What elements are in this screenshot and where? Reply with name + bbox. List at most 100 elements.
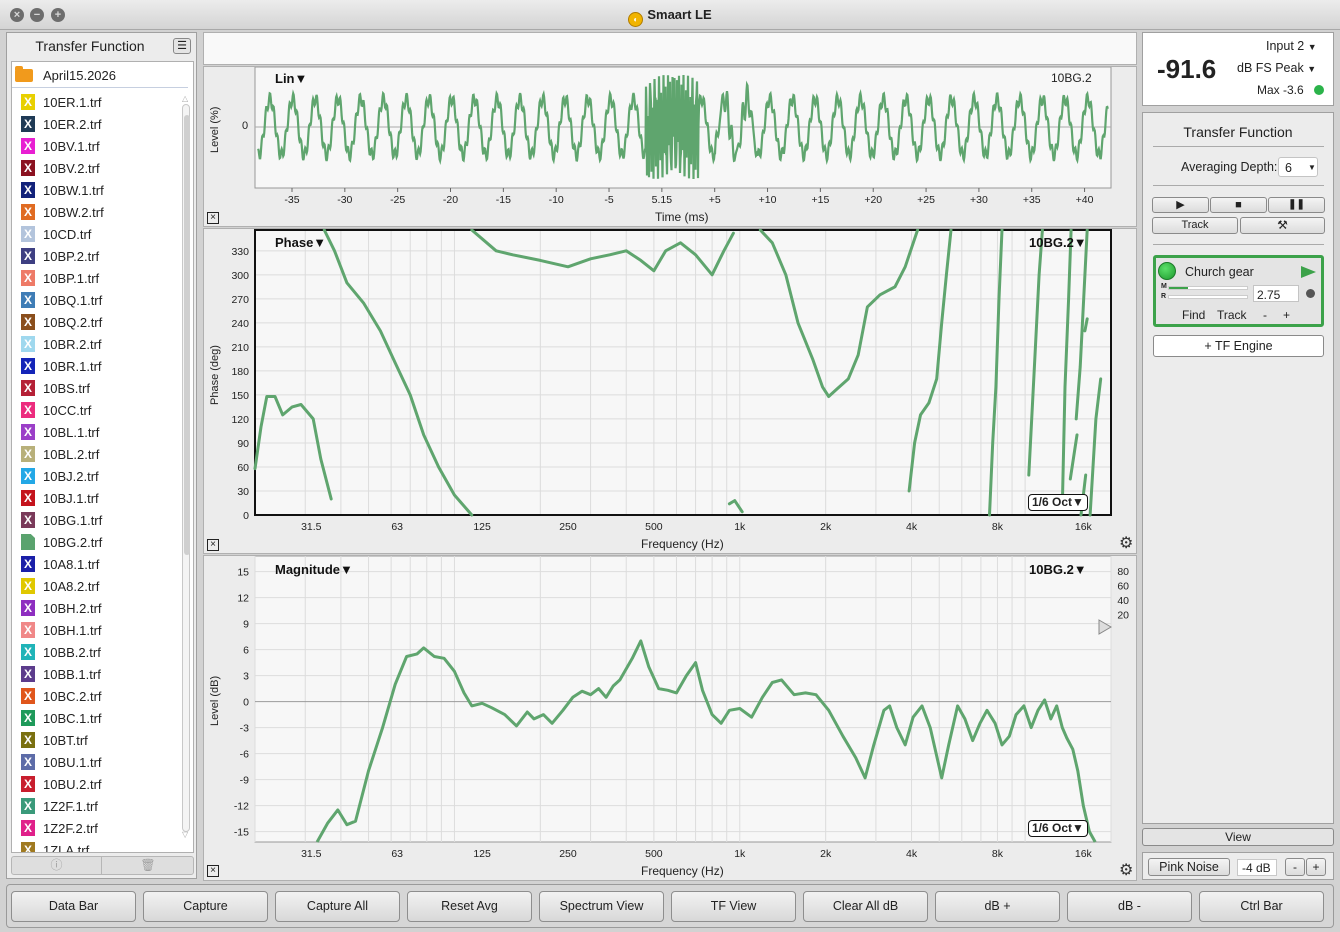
file-list-scrollbar[interactable]: △ ▽	[182, 94, 190, 839]
file-item[interactable]: X 10CD.trf	[12, 223, 184, 245]
phase-trace-dropdown[interactable]: 10BG.2▼	[1029, 235, 1087, 250]
file-item[interactable]: X 10BP.1.trf	[12, 267, 184, 289]
file-item[interactable]: X 10BJ.1.trf	[12, 487, 184, 509]
file-item[interactable]: X 10BR.1.trf	[12, 355, 184, 377]
phase-settings-gear-icon[interactable]: ⚙	[1119, 536, 1133, 552]
track-button[interactable]: Track	[1152, 217, 1238, 234]
scroll-down-icon[interactable]: ▽	[182, 830, 188, 839]
info-icon[interactable]: ⓘ	[12, 857, 102, 874]
file-item[interactable]: X 1ZLA.trf	[12, 839, 184, 852]
add-tf-engine-button[interactable]: + TF Engine	[1153, 335, 1324, 357]
file-item[interactable]: X 10BW.2.trf	[12, 201, 184, 223]
file-item[interactable]: X 1Z2F.1.trf	[12, 795, 184, 817]
tools-icon[interactable]: ⚒	[1240, 217, 1325, 234]
phase-mode-dropdown[interactable]: Phase▼	[275, 235, 326, 250]
magnitude-settings-gear-icon[interactable]: ⚙	[1119, 863, 1133, 879]
file-item[interactable]: X 10BQ.1.trf	[12, 289, 184, 311]
file-item[interactable]: X 10BP.2.trf	[12, 245, 184, 267]
averaging-value: 6	[1285, 161, 1292, 175]
file-item[interactable]: X 10BQ.2.trf	[12, 311, 184, 333]
file-item[interactable]: X 10A8.1.trf	[12, 553, 184, 575]
view-button[interactable]: View	[1142, 828, 1334, 846]
folder-label: April15.2026	[43, 68, 116, 83]
magnitude-trace-dropdown[interactable]: 10BG.2▼	[1029, 562, 1087, 577]
folder-row[interactable]: April15.2026	[12, 62, 188, 88]
file-item[interactable]: X 10CC.trf	[12, 399, 184, 421]
bottom-button-db[interactable]: dB -	[1067, 891, 1192, 922]
file-name: 10BH.2.trf	[43, 601, 102, 616]
scroll-track[interactable]	[182, 104, 190, 832]
magnitude-smoothing-dropdown[interactable]: 1/6 Oct▼	[1028, 820, 1088, 837]
track-delay-button[interactable]: Track	[1217, 308, 1247, 322]
close-phase-plot-icon[interactable]: ×	[207, 539, 219, 551]
file-item[interactable]: X 10BH.1.trf	[12, 619, 184, 641]
delay-field[interactable]: 2.75	[1253, 285, 1299, 302]
file-item[interactable]: X 10BV.1.trf	[12, 135, 184, 157]
file-item[interactable]: X 10BT.trf	[12, 729, 184, 751]
engine-m-meter-fill	[1169, 287, 1188, 289]
file-item[interactable]: X 10BH.2.trf	[12, 597, 184, 619]
file-item[interactable]: X 10BS.trf	[12, 377, 184, 399]
stop-button[interactable]: ■	[1210, 197, 1267, 213]
engine-on-icon[interactable]	[1158, 262, 1176, 280]
file-item[interactable]: X 10BL.2.trf	[12, 443, 184, 465]
file-item[interactable]: X 10BU.2.trf	[12, 773, 184, 795]
scroll-up-icon[interactable]: △	[182, 94, 188, 103]
time-plot-canvas[interactable]: -35 -30 -25 -20 -15 -10 -5 5.15 +5 +10 +15 +20 +25 +3…	[204, 67, 1136, 226]
file-item[interactable]: X 10ER.2.trf	[12, 113, 184, 135]
file-item[interactable]: X 10BB.2.trf	[12, 641, 184, 663]
file-item[interactable]: X 10BG.1.trf	[12, 509, 184, 531]
pause-button[interactable]: ❚❚	[1268, 197, 1325, 213]
close-magnitude-plot-icon[interactable]: ×	[207, 865, 219, 877]
file-item[interactable]: X 10BB.1.trf	[12, 663, 184, 685]
bottom-button-reset-avg[interactable]: Reset Avg	[407, 891, 532, 922]
file-item[interactable]: X 10ER.1.trf	[12, 91, 184, 113]
tf-engine-card[interactable]: Church gear M R 2.75 Find Track - +	[1153, 255, 1324, 327]
bottom-button-tf-view[interactable]: TF View	[671, 891, 796, 922]
file-item[interactable]: X 10BR.2.trf	[12, 333, 184, 355]
file-item[interactable]: X 10BL.1.trf	[12, 421, 184, 443]
scroll-thumb[interactable]	[184, 115, 190, 555]
magnitude-ytick-label: 9	[243, 619, 249, 631]
file-name: 10BR.1.trf	[43, 359, 102, 374]
phase-smoothing-dropdown[interactable]: 1/6 Oct▼	[1028, 494, 1088, 511]
find-delay-button[interactable]: Find	[1182, 308, 1205, 322]
input-select[interactable]: Input 2 ▼	[1266, 39, 1317, 53]
file-browser-panel: Transfer Function ☰ April15.2026 X 10ER.1…	[6, 32, 197, 879]
noise-plus-button[interactable]: +	[1306, 858, 1326, 876]
magnitude-plot-canvas[interactable]: 15129630-3-6-9-12-158060402031.5 63 125 250…	[204, 556, 1136, 880]
bottom-button-spectrum-view[interactable]: Spectrum View	[539, 891, 664, 922]
noise-level-field[interactable]: -4 dB	[1237, 859, 1277, 876]
panel-menu-icon[interactable]: ☰	[173, 38, 191, 54]
pink-noise-button[interactable]: Pink Noise	[1148, 858, 1230, 876]
file-item[interactable]: X 10BJ.2.trf	[12, 465, 184, 487]
file-item[interactable]: X 10BV.2.trf	[12, 157, 184, 179]
bottom-button-ctrl-bar[interactable]: Ctrl Bar	[1199, 891, 1324, 922]
bottom-button-data-bar[interactable]: Data Bar	[11, 891, 136, 922]
engine-run-icon[interactable]	[1301, 266, 1316, 278]
file-name: 10BU.2.trf	[43, 777, 102, 792]
averaging-select[interactable]: 6 ▼	[1278, 157, 1318, 177]
bottom-button-db[interactable]: dB +	[935, 891, 1060, 922]
file-item[interactable]: X 10BC.2.trf	[12, 685, 184, 707]
magnitude-mode-dropdown[interactable]: Magnitude▼	[275, 562, 353, 577]
file-item[interactable]: X 10A8.2.trf	[12, 575, 184, 597]
phase-plot-canvas[interactable]: 330300270240210180150120906030031.5 63 125…	[204, 229, 1136, 553]
trash-icon[interactable]: 🗑	[103, 857, 193, 874]
bottom-button-capture-all[interactable]: Capture All	[275, 891, 400, 922]
meter-mode-select[interactable]: dB FS Peak ▼	[1237, 61, 1316, 75]
close-time-plot-icon[interactable]: ×	[207, 212, 219, 224]
bottom-button-capture[interactable]: Capture	[143, 891, 268, 922]
play-button[interactable]: ▶	[1152, 197, 1209, 213]
bottom-button-clear-all-db[interactable]: Clear All dB	[803, 891, 928, 922]
file-item[interactable]: X 10BU.1.trf	[12, 751, 184, 773]
file-item[interactable]: 10BG.2.trf	[12, 531, 184, 553]
file-item[interactable]: X 10BC.1.trf	[12, 707, 184, 729]
file-item[interactable]: X 1Z2F.2.trf	[12, 817, 184, 839]
delay-plus-button[interactable]: +	[1283, 308, 1290, 322]
file-item[interactable]: X 10BW.1.trf	[12, 179, 184, 201]
excel-file-icon: X	[21, 578, 35, 594]
time-mode-dropdown[interactable]: Lin▼	[275, 71, 307, 86]
delay-minus-button[interactable]: -	[1263, 308, 1267, 322]
noise-minus-button[interactable]: -	[1285, 858, 1305, 876]
